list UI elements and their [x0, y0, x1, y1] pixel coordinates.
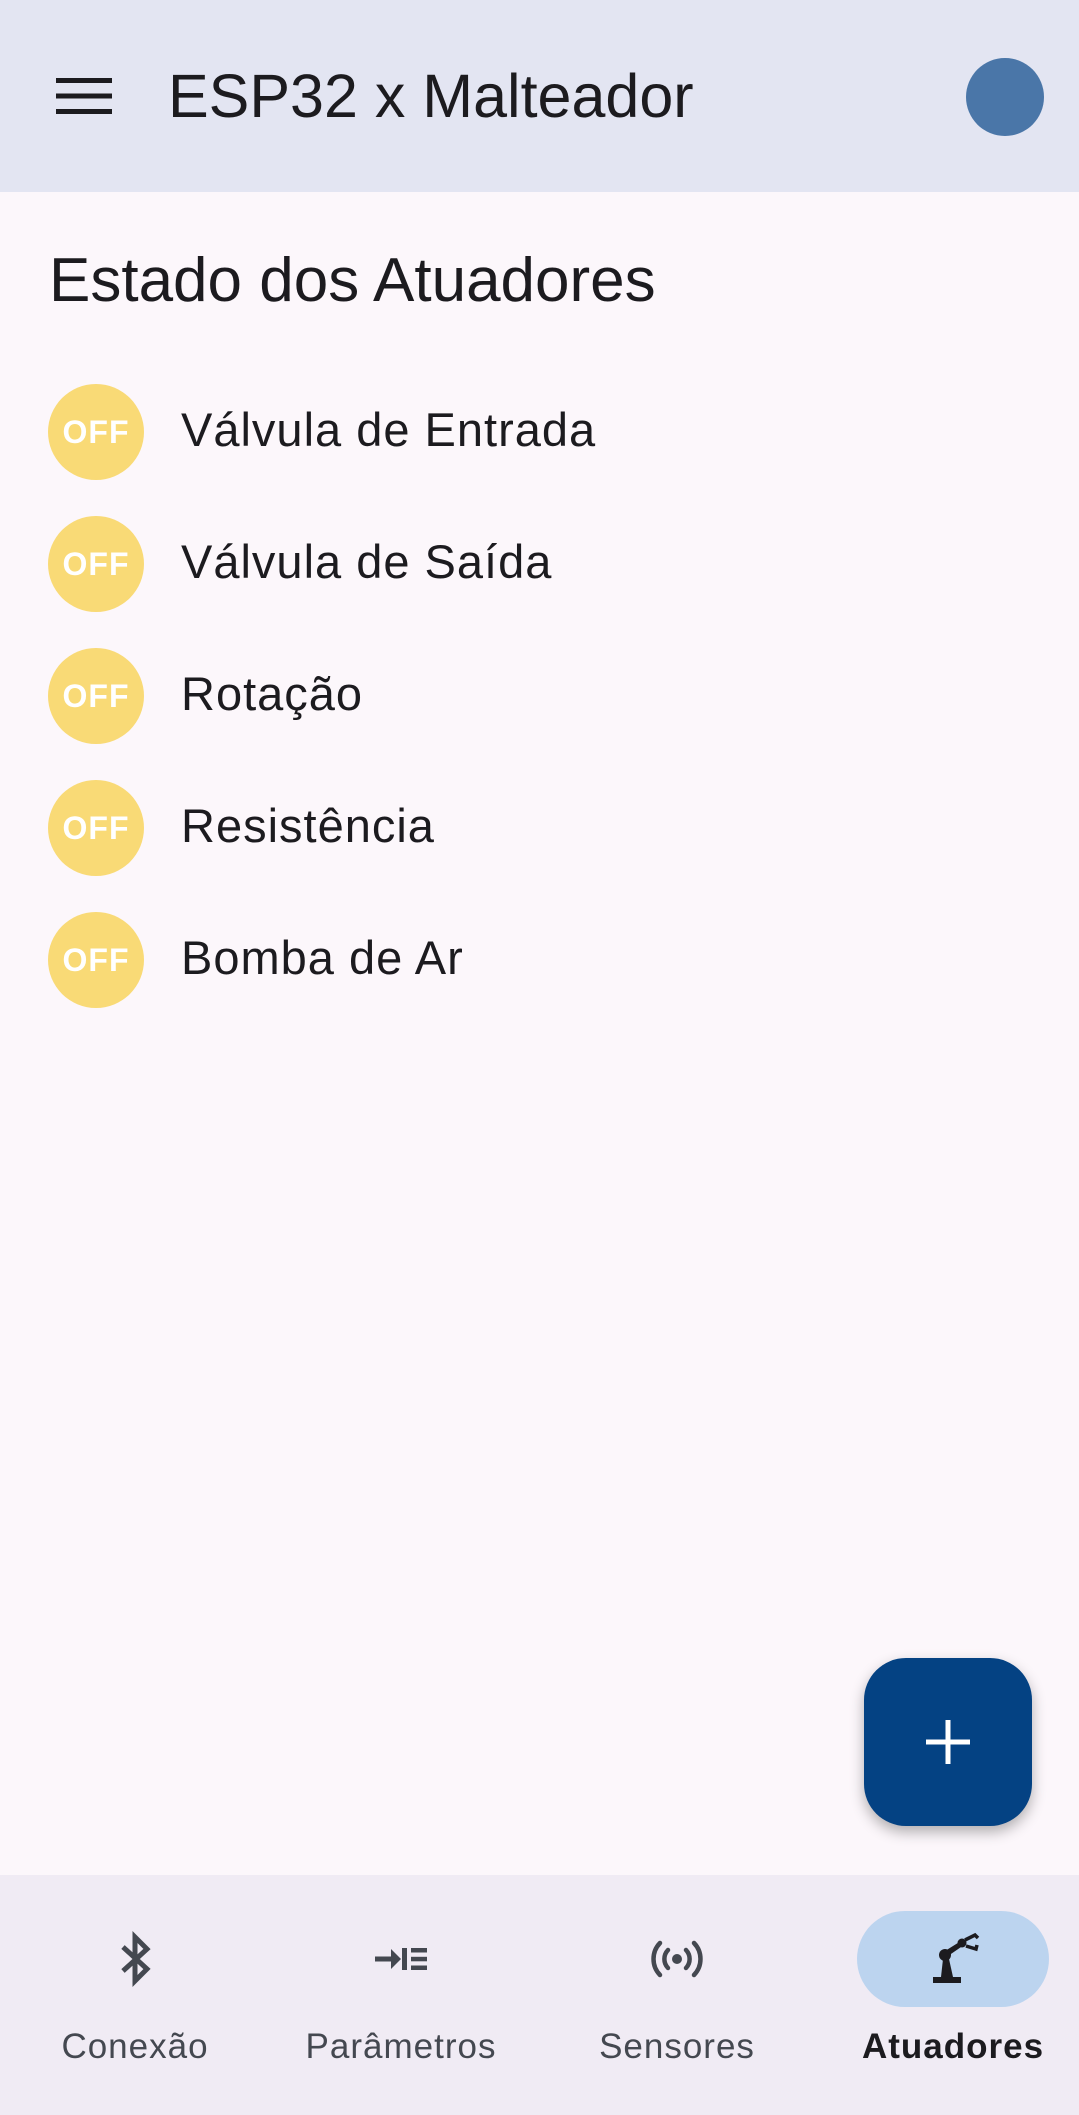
actuator-item-valvula-saida: OFF Válvula de Saída	[0, 512, 1079, 644]
actuator-label: Rotação	[181, 667, 364, 720]
page-title: Estado dos Atuadores	[49, 246, 656, 315]
nav-indicator	[581, 1911, 773, 2007]
actuator-label: Válvula de Saída	[181, 535, 553, 588]
plus-icon	[926, 1720, 970, 1764]
bottom-navigation: Conexão Parâmetros Sensores Atuadores	[0, 1875, 1079, 2115]
add-fab-button[interactable]	[864, 1658, 1032, 1826]
top-app-bar: ESP32 x Malteador	[0, 0, 1079, 192]
nav-item-conexao[interactable]: Conexão	[0, 1875, 270, 2115]
nav-item-sensores[interactable]: Sensores	[542, 1875, 812, 2115]
app-screen: ESP32 x Malteador Estado dos Atuadores O…	[0, 0, 1079, 2115]
menu-button[interactable]	[34, 46, 134, 146]
input-list-icon	[375, 1948, 427, 1970]
nav-label: Parâmetros	[305, 2027, 497, 2066]
status-badge: OFF	[48, 912, 144, 1008]
nav-item-parametros[interactable]: Parâmetros	[266, 1875, 536, 2115]
status-badge: OFF	[48, 780, 144, 876]
sensors-icon	[651, 1940, 703, 1978]
actuator-label: Resistência	[181, 799, 435, 852]
actuator-list: OFF Válvula de Entrada OFF Válvula de Sa…	[0, 380, 1079, 1040]
actuator-item-resistencia: OFF Resistência	[0, 776, 1079, 908]
nav-indicator	[305, 1911, 497, 2007]
nav-indicator	[39, 1911, 231, 2007]
menu-icon	[56, 78, 112, 114]
actuator-item-rotacao: OFF Rotação	[0, 644, 1079, 776]
nav-label: Atuadores	[861, 2027, 1045, 2066]
actuator-item-bomba-ar: OFF Bomba de Ar	[0, 908, 1079, 1040]
robot-arm-icon	[933, 1932, 980, 1983]
status-badge: OFF	[48, 648, 144, 744]
status-badge: OFF	[48, 516, 144, 612]
status-badge: OFF	[48, 384, 144, 480]
nav-indicator	[857, 1911, 1049, 2007]
actuator-label: Bomba de Ar	[181, 931, 464, 984]
connection-status-indicator[interactable]	[966, 58, 1044, 136]
nav-label: Conexão	[61, 2027, 209, 2066]
nav-label: Sensores	[599, 2027, 755, 2066]
app-title: ESP32 x Malteador	[168, 62, 694, 130]
actuator-label: Válvula de Entrada	[181, 403, 597, 456]
bluetooth-icon	[121, 1930, 151, 1988]
nav-item-atuadores[interactable]: Atuadores	[818, 1875, 1079, 2115]
actuator-item-valvula-entrada: OFF Válvula de Entrada	[0, 380, 1079, 512]
